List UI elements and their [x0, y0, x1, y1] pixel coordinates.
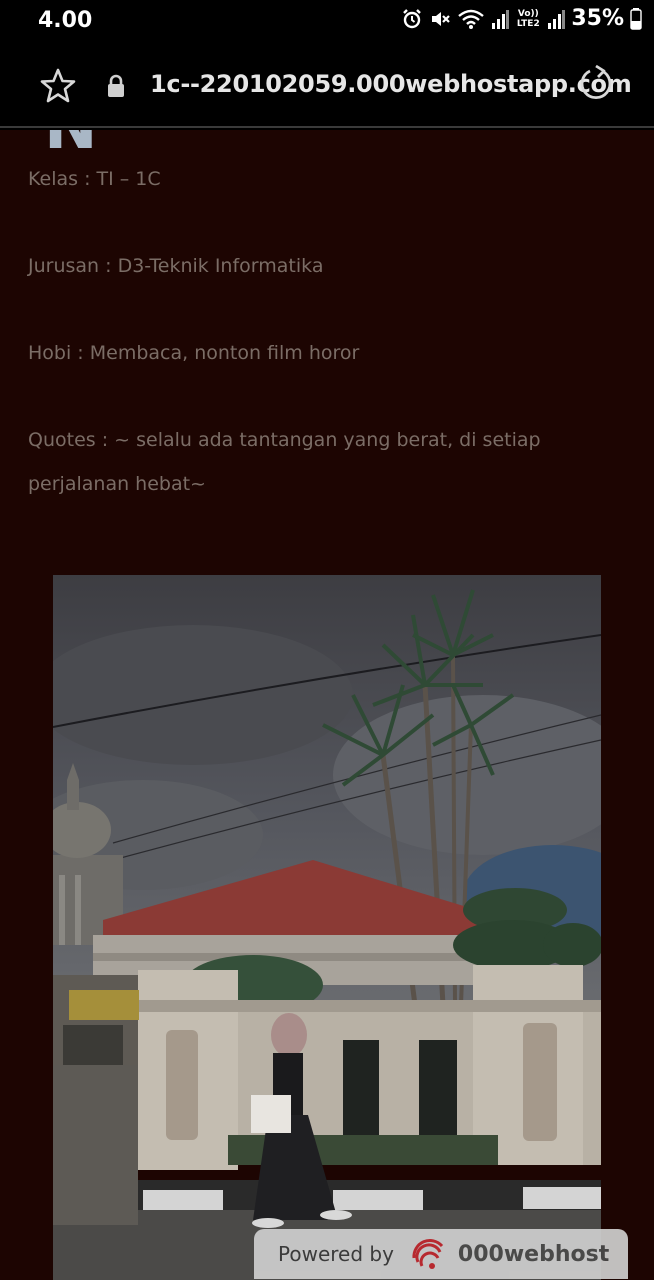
status-time: 4.00	[38, 8, 93, 33]
mute-icon	[432, 11, 451, 26]
jurusan-text: Jurusan : D3-Teknik Informatika	[28, 255, 324, 277]
000webhost-logo-icon	[412, 1239, 444, 1269]
status-icons: Vo)) LTE2 35%	[401, 6, 642, 31]
powered-by-brand: 000webhost	[457, 1241, 610, 1267]
profile-photo	[53, 575, 601, 1280]
status-bar: 4.00 Vo)) LTE2 35%	[0, 0, 654, 40]
volte-icon: Vo)) LTE2	[516, 8, 540, 29]
lock-icon[interactable]	[106, 74, 126, 98]
battery-icon	[630, 7, 642, 30]
signal-icon	[492, 9, 510, 29]
page-content: N Kelas : TI – 1C Jurusan : D3-Teknik In…	[0, 130, 654, 1280]
kelas-text: Kelas : TI – 1C	[28, 168, 161, 190]
reload-icon[interactable]	[576, 64, 616, 104]
powered-by-badge[interactable]: Powered by 000webhost	[254, 1229, 628, 1279]
signal-icon	[548, 9, 566, 29]
battery-percentage: 35%	[571, 6, 624, 31]
page-heading: N	[44, 130, 98, 164]
star-icon[interactable]	[38, 66, 78, 106]
url-text[interactable]: 1c--220102059.000webhostapp.com	[150, 70, 632, 98]
alarm-icon	[403, 8, 422, 28]
powered-by-label: Powered by	[278, 1242, 394, 1266]
quotes-text: Quotes : ~ selalu ada tantangan yang ber…	[28, 429, 541, 495]
browser-toolbar: 1c--220102059.000webhostapp.com	[0, 40, 654, 128]
wifi-icon	[458, 9, 485, 29]
hobi-text: Hobi : Membaca, nonton film horor	[28, 342, 360, 364]
